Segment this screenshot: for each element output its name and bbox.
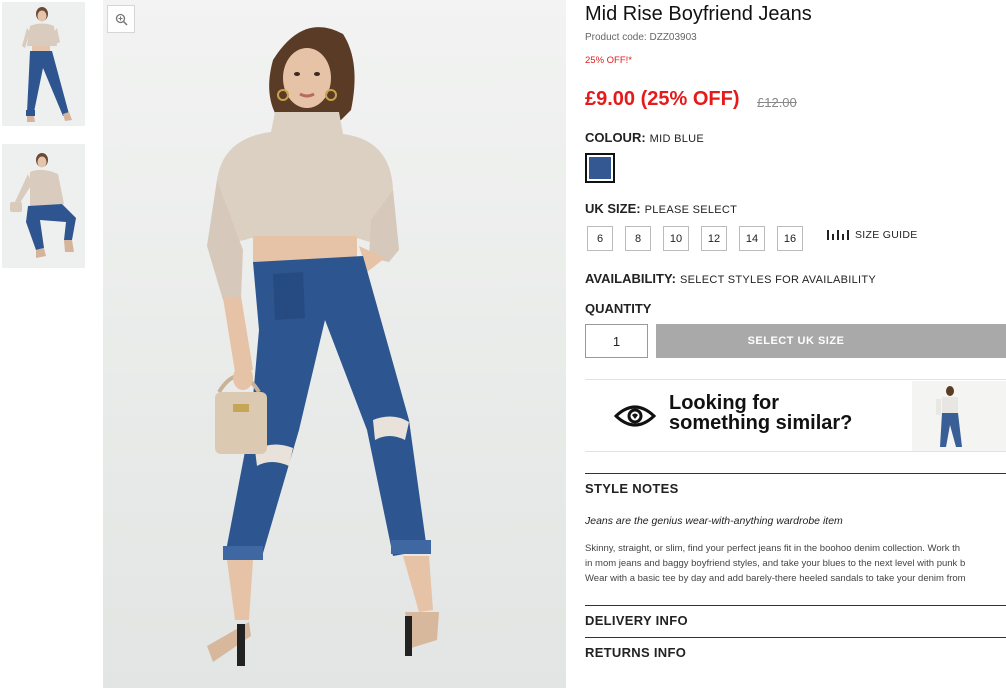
- divider: [585, 605, 1006, 606]
- colour-swatch-mid-blue[interactable]: [585, 153, 615, 183]
- product-title: Mid Rise Boyfriend Jeans: [585, 3, 812, 25]
- size-guide-label: SIZE GUIDE: [855, 229, 918, 241]
- availability-value: SELECT STYLES FOR AVAILABILITY: [680, 274, 877, 286]
- product-code: Product code: DZZ03903: [585, 32, 697, 43]
- original-price: £12.00: [757, 95, 797, 110]
- similar-line-1: Looking for: [669, 392, 779, 414]
- style-notes-description: Skinny, straight, or slim, find your per…: [585, 541, 1006, 586]
- model-sitting-image: [2, 144, 85, 268]
- divider: [585, 473, 1006, 474]
- quantity-input[interactable]: [585, 324, 648, 358]
- size-guide-link[interactable]: SIZE GUIDE: [827, 229, 918, 241]
- size-label: UK SIZE: PLEASE SELECT: [585, 201, 737, 216]
- swatch-fill: [589, 157, 611, 179]
- size-options: 6 8 10 12 14 16: [587, 226, 803, 251]
- main-product-image[interactable]: [103, 0, 566, 688]
- product-details-panel: Mid Rise Boyfriend Jeans Product code: D…: [585, 0, 1006, 688]
- size-label-text: UK SIZE:: [585, 201, 641, 216]
- size-option-10[interactable]: 10: [663, 226, 689, 251]
- divider: [585, 637, 1006, 638]
- delivery-info-heading[interactable]: DELIVERY INFO: [585, 613, 688, 628]
- ruler-icon: [827, 230, 849, 240]
- similar-thumbnail: [912, 381, 1006, 451]
- size-option-14[interactable]: 14: [739, 226, 765, 251]
- size-option-6[interactable]: 6: [587, 226, 613, 251]
- similar-heading: Looking for something similar?: [669, 393, 852, 433]
- size-option-16[interactable]: 16: [777, 226, 803, 251]
- product-thumbnail-2[interactable]: [2, 144, 85, 268]
- colour-value: MID BLUE: [649, 133, 705, 145]
- style-notes-heading[interactable]: STYLE NOTES: [585, 481, 679, 496]
- quantity-label: QUANTITY: [585, 301, 652, 316]
- sale-price: £9.00 (25% OFF): [585, 88, 740, 110]
- size-value: PLEASE SELECT: [644, 204, 738, 216]
- size-option-12[interactable]: 12: [701, 226, 727, 251]
- model-front-image: [2, 2, 85, 126]
- promo-badge: 25% OFF!*: [585, 55, 632, 66]
- size-option-8[interactable]: 8: [625, 226, 651, 251]
- availability-label-text: AVAILABILITY:: [585, 271, 676, 286]
- availability-label: AVAILABILITY: SELECT STYLES FOR AVAILABIL…: [585, 271, 876, 286]
- colour-label: COLOUR: MID BLUE: [585, 130, 704, 145]
- description-line-3: Wear with a basic tee by day and add bar…: [585, 573, 966, 584]
- similar-model-image: [912, 381, 1006, 451]
- colour-label-text: COLOUR:: [585, 130, 646, 145]
- zoom-in-icon: [115, 13, 128, 26]
- similar-items-banner[interactable]: Looking for something similar?: [585, 379, 1006, 452]
- description-line-2: in mom jeans and baggy boyfriend styles,…: [585, 558, 966, 569]
- model-main-image: [103, 0, 566, 688]
- eye-icon: [614, 405, 656, 427]
- similar-line-2: something similar?: [669, 412, 853, 434]
- style-notes-tagline: Jeans are the genius wear-with-anything …: [585, 515, 843, 527]
- zoom-button[interactable]: [107, 5, 135, 33]
- description-line-1: Skinny, straight, or slim, find your per…: [585, 543, 961, 554]
- returns-info-heading[interactable]: RETURNS INFO: [585, 645, 686, 660]
- product-thumbnail-1[interactable]: [2, 2, 85, 126]
- add-to-bag-button[interactable]: SELECT UK SIZE: [656, 324, 1006, 358]
